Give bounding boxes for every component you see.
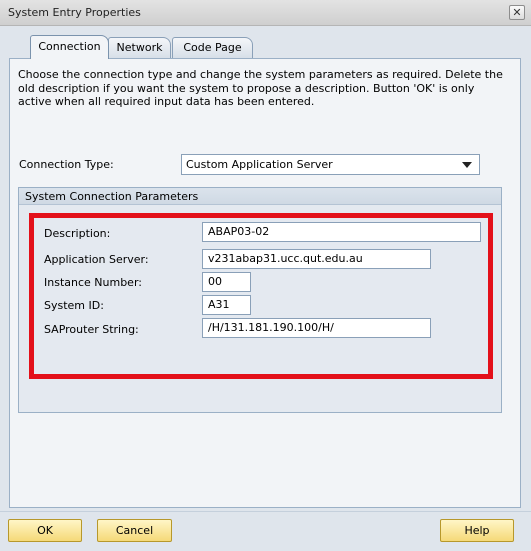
group-header: System Connection Parameters: [19, 188, 501, 205]
tab-code-page[interactable]: Code Page: [172, 37, 253, 58]
system-id-label: System ID:: [44, 299, 104, 312]
application-server-field[interactable]: v231abap31.ucc.qut.edu.au: [202, 249, 431, 269]
connection-type-select[interactable]: Custom Application Server: [181, 154, 480, 175]
system-id-field[interactable]: A31: [202, 295, 251, 315]
help-button[interactable]: Help: [440, 519, 514, 542]
ok-button[interactable]: OK: [8, 519, 82, 542]
tab-network[interactable]: Network: [108, 37, 171, 58]
saprouter-string-label: SAProuter String:: [44, 323, 139, 336]
description-label: Description:: [44, 227, 111, 240]
instance-number-label: Instance Number:: [44, 276, 142, 289]
connection-type-label: Connection Type:: [19, 158, 114, 171]
application-server-label: Application Server:: [44, 253, 149, 266]
instance-number-field[interactable]: 00: [202, 272, 251, 292]
saprouter-string-field[interactable]: /H/131.181.190.100/H/: [202, 318, 431, 338]
connection-type-value: Custom Application Server: [186, 158, 333, 171]
instructions-text: Choose the connection type and change th…: [18, 68, 503, 108]
cancel-button[interactable]: Cancel: [97, 519, 172, 542]
close-icon[interactable]: ✕: [509, 5, 525, 20]
group-title: System Connection Parameters: [25, 190, 199, 203]
title-bar: System Entry Properties ✕: [0, 0, 531, 26]
tab-connection[interactable]: Connection: [30, 35, 109, 59]
chevron-down-icon[interactable]: [462, 162, 472, 168]
window-title: System Entry Properties: [8, 6, 141, 19]
description-field[interactable]: ABAP03-02: [202, 222, 481, 242]
